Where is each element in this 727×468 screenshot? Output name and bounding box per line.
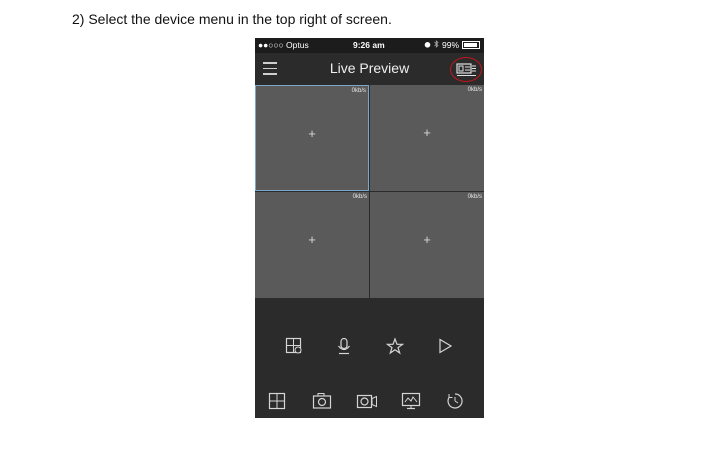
battery-icon [462, 41, 480, 49]
alarm-icon [424, 40, 431, 50]
channel-cell-2[interactable]: 0kb/s + [370, 85, 484, 191]
phone-screenshot: ●●○○○ Optus 9:26 am 99% Live Preview 0kb… [255, 38, 484, 418]
snapshot-camera-icon[interactable] [312, 392, 332, 410]
star-icon[interactable] [385, 337, 405, 355]
grid-layout-icon[interactable] [268, 392, 286, 410]
carrier-label: ●●○○○ Optus [258, 40, 309, 50]
add-channel-icon[interactable]: + [370, 232, 484, 247]
battery-percent: 99% [441, 40, 459, 50]
add-channel-icon[interactable]: + [255, 232, 369, 247]
nav-bar: Live Preview [255, 53, 484, 85]
bitrate-label: 0kb/s [467, 87, 482, 93]
add-channel-icon[interactable]: + [256, 126, 368, 141]
playback-timer-icon[interactable] [446, 392, 464, 410]
instruction-text: 2) Select the device menu in the top rig… [72, 11, 392, 27]
add-channel-icon[interactable]: + [370, 125, 484, 140]
display-monitor-icon[interactable] [401, 392, 421, 410]
highlight-circle [450, 57, 482, 82]
channel-cell-3[interactable]: 0kb/s + [255, 192, 369, 298]
layout-playback-icon[interactable] [285, 337, 303, 355]
bitrate-label: 0kb/s [467, 194, 482, 200]
channel-cell-4[interactable]: 0kb/s + [370, 192, 484, 298]
microphone-icon[interactable] [335, 337, 353, 355]
preview-grid: 0kb/s + 0kb/s + 0kb/s + 0kb/s + [255, 85, 484, 298]
status-right: 99% [424, 40, 480, 50]
control-panel [255, 298, 484, 418]
channel-cell-1[interactable]: 0kb/s + [255, 85, 369, 191]
clock-label: 9:26 am [353, 40, 385, 50]
bluetooth-icon [434, 40, 439, 50]
bitrate-label: 0kb/s [352, 194, 367, 200]
play-icon[interactable] [436, 337, 454, 355]
record-video-icon[interactable] [356, 392, 378, 410]
bitrate-label: 0kb/s [351, 88, 366, 94]
status-bar: ●●○○○ Optus 9:26 am 99% [255, 38, 484, 53]
